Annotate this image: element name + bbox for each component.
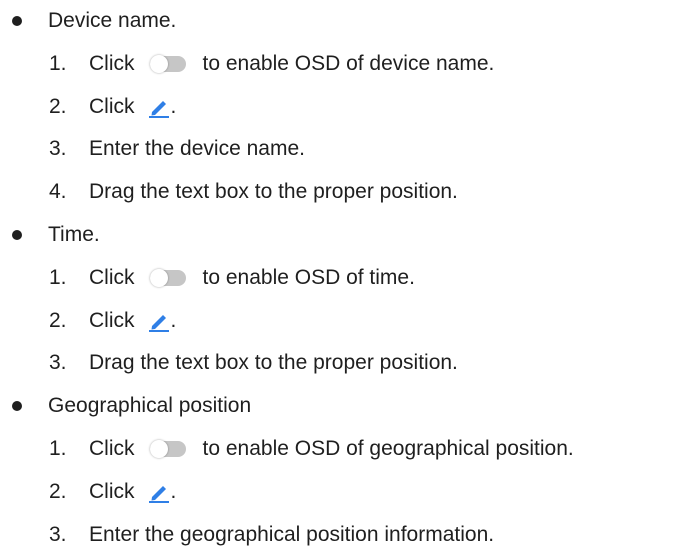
step-number: 3. bbox=[49, 137, 67, 161]
step-item: 1. Click to enable OSD of device name. bbox=[0, 43, 685, 86]
step-number: 4. bbox=[49, 180, 67, 204]
bullet-title: Geographical position bbox=[48, 394, 252, 418]
step-text-pre: Click bbox=[89, 308, 135, 332]
step-text-post: to enable OSD of time. bbox=[202, 265, 415, 289]
step-item: 2. Click . bbox=[0, 471, 685, 514]
step-number: 1. bbox=[49, 436, 67, 460]
step-text: Click . bbox=[89, 300, 176, 343]
step-text: Drag the text box to the proper position… bbox=[89, 180, 458, 204]
step-number: 3. bbox=[49, 522, 67, 546]
step-number: 2. bbox=[49, 94, 67, 118]
bullet-dot bbox=[12, 401, 22, 412]
step-item: 3. Drag the text box to the proper posit… bbox=[0, 342, 685, 385]
bullet-geographical-position: Geographical position bbox=[0, 385, 685, 428]
step-number: 1. bbox=[49, 51, 67, 75]
edit-pencil-icon bbox=[148, 96, 170, 118]
step-text-post: to enable OSD of device name. bbox=[202, 51, 495, 75]
step-text-pre: Click bbox=[89, 265, 135, 289]
step-text-pre: Click bbox=[89, 94, 135, 118]
toggle-off-icon bbox=[149, 269, 186, 288]
bullet-time: Time. bbox=[0, 214, 685, 257]
step-number: 3. bbox=[49, 351, 67, 375]
step-item: 1. Click to enable OSD of time. bbox=[0, 257, 685, 300]
step-text-post: . bbox=[170, 94, 177, 118]
step-text-pre: Click bbox=[89, 479, 135, 503]
bullet-dot bbox=[12, 16, 22, 26]
toggle-off-icon bbox=[149, 440, 186, 459]
bullet-title: Time. bbox=[48, 222, 100, 246]
step-number: 1. bbox=[49, 265, 67, 289]
step-item: 2. Click . bbox=[0, 300, 685, 343]
step-text: Click . bbox=[89, 86, 176, 129]
step-text: Enter the geographical position informat… bbox=[89, 522, 495, 546]
step-number: 2. bbox=[49, 308, 67, 332]
step-text-post: to enable OSD of geographical position. bbox=[202, 436, 574, 460]
bullet-device-name: Device name. bbox=[0, 0, 685, 43]
step-item: 2. Click . bbox=[0, 86, 685, 129]
step-item: 3. Enter the geographical position infor… bbox=[0, 514, 685, 556]
step-text: Click . bbox=[89, 471, 176, 514]
step-text-pre: Click bbox=[89, 436, 135, 460]
step-text-pre: Click bbox=[89, 51, 135, 75]
step-number: 2. bbox=[49, 479, 67, 503]
step-text: Click to enable OSD of geographical posi… bbox=[89, 428, 574, 471]
step-item: 4. Drag the text box to the proper posit… bbox=[0, 171, 685, 214]
step-text-post: . bbox=[170, 479, 177, 503]
toggle-off-icon bbox=[149, 55, 186, 74]
bullet-title: Device name. bbox=[48, 9, 177, 32]
step-text-post: . bbox=[170, 308, 177, 332]
step-text: Enter the device name. bbox=[89, 137, 305, 161]
step-text: Drag the text box to the proper position… bbox=[89, 351, 458, 375]
edit-pencil-icon bbox=[148, 481, 170, 504]
instruction-document: Device name. 1. Click to enable OSD of d… bbox=[0, 0, 685, 556]
edit-pencil-icon bbox=[148, 310, 170, 332]
step-item: 1. Click to enable OSD of geographical p… bbox=[0, 428, 685, 471]
step-text: Click to enable OSD of time. bbox=[89, 257, 415, 300]
step-item: 3. Enter the device name. bbox=[0, 128, 685, 171]
bullet-dot bbox=[12, 229, 22, 240]
step-text: Click to enable OSD of device name. bbox=[89, 43, 494, 86]
